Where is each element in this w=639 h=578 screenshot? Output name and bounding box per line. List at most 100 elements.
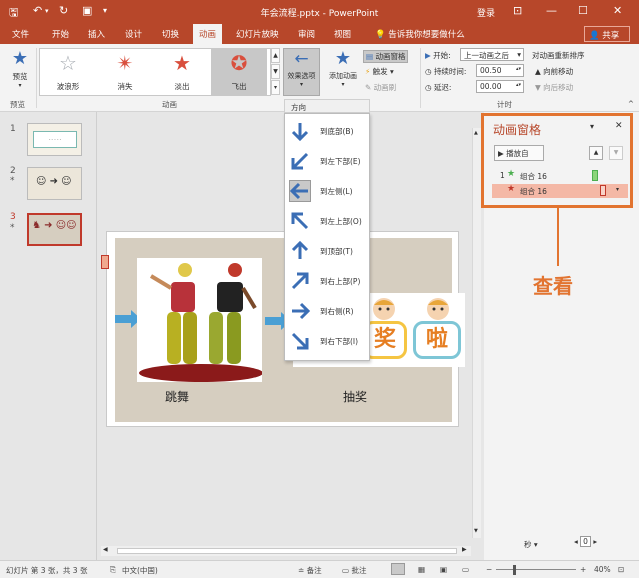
normal-view-icon[interactable] xyxy=(391,563,405,575)
tab-slideshow[interactable]: 幻灯片放映 xyxy=(236,28,279,40)
spell-check-icon[interactable]: ⎘ xyxy=(110,565,116,575)
start-select[interactable]: 上一动画之后 ▾ xyxy=(460,48,524,61)
tab-home[interactable]: 开始 xyxy=(52,28,69,40)
scroll-left-icon[interactable]: ◀ xyxy=(103,546,108,553)
reading-view-icon[interactable]: ▣ xyxy=(440,565,447,574)
scroll-right-icon[interactable]: ▶ xyxy=(462,546,467,553)
tab-file[interactable]: 文件 xyxy=(12,28,29,40)
tab-insert[interactable]: 插入 xyxy=(88,28,105,40)
slide-sorter-icon[interactable]: ▦ xyxy=(418,565,425,574)
gallery-item-fly-out[interactable]: ✪ 飞出 xyxy=(211,49,267,95)
zoom-level[interactable]: 40% xyxy=(594,565,611,574)
fit-to-window-icon[interactable]: ⊡ xyxy=(618,565,624,574)
tab-review[interactable]: 审阅 xyxy=(298,28,315,40)
dancers-image[interactable] xyxy=(137,258,263,382)
slide-thumbnail-panel: 1 - - - - - 2 * ☺ ➜ ☺ 3 * ♞ ➜ ☺☺ xyxy=(0,112,97,560)
ribbon-display-icon[interactable]: ⊡ xyxy=(513,4,522,17)
timeline-zoom[interactable]: ◂ 0 ▸ xyxy=(574,536,597,547)
arrow-up-icon xyxy=(289,240,311,262)
direction-to-bottom[interactable]: 到底部(B) xyxy=(285,116,369,146)
thumb-figures: ☺ ➜ ☺ xyxy=(36,176,72,187)
effect-options-button[interactable]: ← 效果选项 ▾ xyxy=(283,48,320,96)
trigger-button[interactable]: ⚡ 触发 ▾ xyxy=(365,66,394,77)
delay-input[interactable]: 00.00 ▴▾ xyxy=(476,80,524,93)
slide-thumbnail-2[interactable]: ☺ ➜ ☺ xyxy=(27,167,82,200)
preview-button[interactable]: ★ 预览 ▾ xyxy=(6,48,34,96)
seconds-dropdown[interactable]: 秒 ▾ xyxy=(524,539,538,550)
gallery-more-icon[interactable]: ▾ xyxy=(271,80,280,95)
kid-face-icon xyxy=(373,298,395,320)
tab-transitions[interactable]: 切换 xyxy=(162,28,179,40)
animation-painter-button[interactable]: ✎ 动画刷 xyxy=(365,82,396,93)
notes-button[interactable]: ≐ 备注 xyxy=(298,565,322,576)
scroll-thumb[interactable] xyxy=(117,548,457,554)
login-link[interactable]: 登录 xyxy=(477,6,495,19)
duration-label: ◷ 持续时间: xyxy=(425,67,467,76)
maximize-icon[interactable]: ☐ xyxy=(578,4,588,17)
minimize-icon[interactable]: — xyxy=(546,4,557,17)
slide[interactable]: 跳舞 奖 啦 抽奖 xyxy=(106,231,465,427)
close-icon[interactable]: ✕ xyxy=(613,4,622,17)
star-icon: ★ xyxy=(173,51,191,75)
zoom-slider-thumb[interactable] xyxy=(513,565,516,575)
direction-to-top[interactable]: 到顶部(T) xyxy=(285,236,369,266)
slide-thumbnail-3[interactable]: ♞ ➜ ☺☺ xyxy=(27,213,82,246)
slide-count-status: 幻灯片 第 3 张，共 3 张 xyxy=(6,566,88,575)
direction-to-top-left[interactable]: 到左上部(O) xyxy=(285,206,369,236)
arrow-down-icon xyxy=(289,120,311,142)
move-later-button[interactable]: ▼ 向后移动 xyxy=(535,82,573,93)
gallery-scroll-down-icon[interactable]: ▼ xyxy=(271,64,280,79)
direction-to-bottom-left[interactable]: 到左下部(E) xyxy=(285,146,369,176)
direction-to-right[interactable]: 到右侧(R) xyxy=(285,296,369,326)
zoom-out-icon[interactable]: − xyxy=(486,565,492,574)
group-label-preview: 预览 xyxy=(10,100,25,109)
slide-number: 1 xyxy=(10,124,16,134)
tab-design[interactable]: 设计 xyxy=(125,28,142,40)
animation-tag-icon[interactable] xyxy=(101,255,109,269)
share-button[interactable]: 👤 共享 xyxy=(584,26,630,42)
scroll-up-icon[interactable]: ▲ xyxy=(474,130,478,136)
prize-word-2: 啦 xyxy=(413,321,461,359)
tell-me-search[interactable]: 💡 告诉我你想要做什么 xyxy=(375,28,465,40)
direction-menu: 到底部(B) 到左下部(E) 到左侧(L) 到左上部(O) 到顶部(T) 到右上… xyxy=(284,113,370,361)
comments-button[interactable]: ▭ 批注 xyxy=(342,565,366,576)
gallery-item-wave[interactable]: ☆ 波浪形 xyxy=(40,49,96,95)
slide-thumbnail-1[interactable]: - - - - - xyxy=(27,123,82,156)
animation-gallery: ☆ 波浪形 ✴ 消失 ★ 淡出 ✪ 飞出 xyxy=(39,48,271,96)
arrow-left-icon xyxy=(289,180,311,202)
brush-icon: ✎ xyxy=(365,83,374,92)
gallery-item-disappear[interactable]: ✴ 消失 xyxy=(97,49,153,95)
horizontal-scrollbar[interactable]: ◀ ▶ xyxy=(101,546,471,556)
group-divider xyxy=(36,48,37,108)
language-status[interactable]: 中文(中国) xyxy=(122,565,158,576)
group-label-timing: 计时 xyxy=(497,100,512,109)
star-outline-icon: ☆ xyxy=(59,51,77,75)
vertical-scrollbar[interactable]: ▲ ▼ xyxy=(472,128,481,538)
gallery-item-fade[interactable]: ★ 淡出 xyxy=(154,49,210,95)
duration-input[interactable]: 00.50 ▴▾ xyxy=(476,64,524,77)
title-bar: 🖫 ↶ ▾ ↻ ▣ ▾ 年会流程.pptx - PowerPoint 登录 ⊡ … xyxy=(0,0,639,24)
kid-face-icon xyxy=(427,298,449,320)
ribbon-tabs: 文件 开始 插入 设计 切换 动画 幻灯片放映 审阅 视图 💡 告诉我你想要做什… xyxy=(0,24,639,44)
collapse-ribbon-icon[interactable]: ^ xyxy=(628,100,634,108)
direction-to-bottom-right[interactable]: 到右下部(I) xyxy=(285,326,369,356)
slideshow-view-icon[interactable]: ▭ xyxy=(462,565,469,574)
tab-animations[interactable]: 动画 xyxy=(193,24,223,44)
zoom-slider[interactable] xyxy=(496,569,576,570)
star-burst-icon: ✴ xyxy=(116,51,134,75)
reorder-label: 对动画重新排序 xyxy=(532,51,585,60)
scroll-down-icon[interactable]: ▼ xyxy=(474,528,478,534)
animation-pane-button[interactable]: ▤ 动画窗格 xyxy=(363,50,409,63)
zoom-right-icon[interactable]: ▸ xyxy=(591,537,597,546)
add-star-icon: ★ xyxy=(334,48,352,69)
tab-view[interactable]: 视图 xyxy=(334,28,351,40)
status-bar: 幻灯片 第 3 张，共 3 张 ⎘ 中文(中国) ≐ 备注 ▭ 批注 ▦ ▣ ▭… xyxy=(0,560,639,578)
zoom-in-icon[interactable]: + xyxy=(580,565,586,574)
start-label: ▶ 开始: xyxy=(425,51,451,60)
direction-to-left[interactable]: 到左侧(L) xyxy=(285,176,369,206)
direction-to-top-right[interactable]: 到右上部(P) xyxy=(285,266,369,296)
chevron-down-icon: ▾ xyxy=(531,540,538,549)
gallery-scroll-up-icon[interactable]: ▲ xyxy=(271,48,280,63)
add-animation-button[interactable]: ★ 添加动画 ▾ xyxy=(325,48,361,96)
move-earlier-button[interactable]: ▲ 向前移动 xyxy=(535,66,573,77)
